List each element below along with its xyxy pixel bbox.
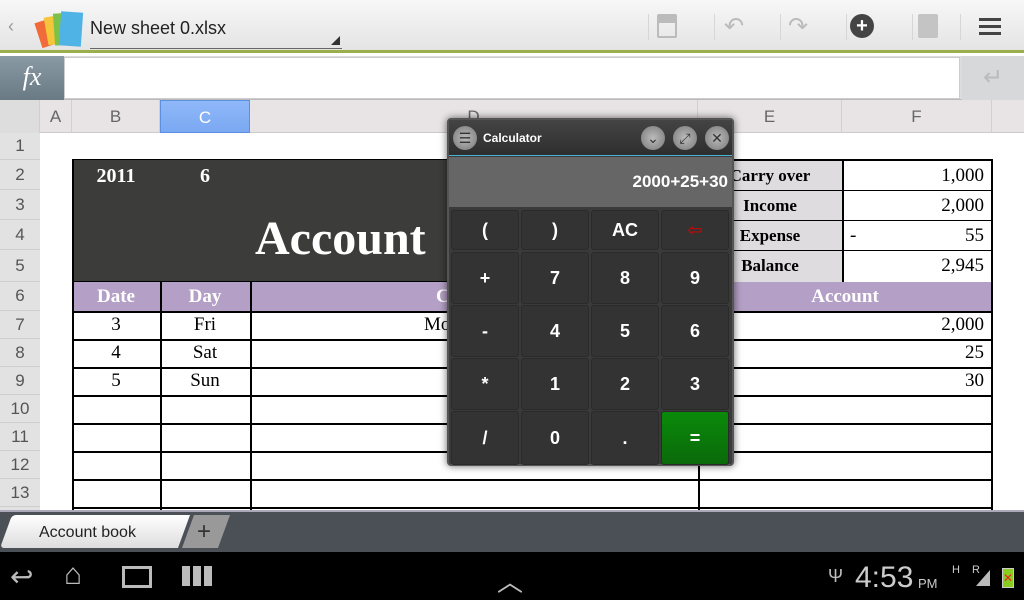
- calc-key[interactable]: =: [661, 411, 729, 465]
- entry-date[interactable]: 3: [72, 311, 160, 339]
- enter-icon[interactable]: ↵: [962, 56, 1024, 100]
- undo-icon[interactable]: ↶: [720, 12, 748, 40]
- calc-key[interactable]: /: [451, 411, 519, 465]
- calc-key[interactable]: (: [451, 210, 519, 250]
- calc-key[interactable]: *: [451, 358, 519, 410]
- header-day[interactable]: Day: [160, 282, 250, 311]
- entry-account[interactable]: 30: [698, 367, 984, 395]
- summary-value[interactable]: 55: [842, 221, 984, 251]
- row-header[interactable]: 12: [0, 451, 40, 479]
- column-header-a[interactable]: A: [40, 100, 72, 133]
- column-header-c[interactable]: C: [160, 100, 250, 133]
- find-replace-icon[interactable]: [914, 12, 942, 40]
- clock-ampm: PM: [918, 576, 938, 591]
- column-header-b[interactable]: B: [72, 100, 160, 133]
- add-icon[interactable]: +: [848, 12, 876, 40]
- maximize-icon[interactable]: ⤢: [673, 126, 697, 150]
- row-headers: 1 2 3 4 5 6 7 8 9 10 11 12 13: [0, 133, 40, 510]
- row-header[interactable]: 1: [0, 133, 40, 160]
- calc-key[interactable]: .: [591, 411, 659, 465]
- calc-key[interactable]: AC: [591, 210, 659, 250]
- formula-input[interactable]: [64, 57, 960, 99]
- row-header[interactable]: 3: [0, 190, 40, 220]
- row-header[interactable]: 8: [0, 339, 40, 367]
- filename: New sheet 0.xlsx: [90, 18, 227, 38]
- calc-key[interactable]: ⇦: [661, 210, 729, 250]
- row-header[interactable]: 5: [0, 250, 40, 282]
- calc-key[interactable]: -: [451, 305, 519, 357]
- year-cell[interactable]: 2011: [72, 161, 160, 191]
- entry-account[interactable]: 2,000: [698, 311, 984, 339]
- fx-label: fx: [0, 56, 64, 100]
- calc-key[interactable]: 2: [591, 358, 659, 410]
- app-logo-icon: [34, 10, 84, 49]
- sheet-tab-label: Account book: [39, 524, 136, 541]
- row-header[interactable]: 10: [0, 395, 40, 423]
- header-date[interactable]: Date: [72, 282, 160, 311]
- header-account[interactable]: Account: [698, 282, 992, 311]
- clock-time: 4:53: [855, 561, 914, 594]
- calc-key[interactable]: 4: [521, 305, 589, 357]
- entry-date[interactable]: 5: [72, 367, 160, 395]
- summary-value[interactable]: 2,945: [842, 251, 984, 281]
- usb-icon: Ψ: [828, 566, 844, 586]
- formula-bar: fx ↵: [0, 56, 1024, 100]
- battery-icon: ✕: [1002, 568, 1014, 588]
- summary-value[interactable]: 2,000: [842, 191, 984, 221]
- system-nav-bar: ↩ ⌂ ︿ Ψ 4:53 PM H R ✕: [0, 552, 1024, 600]
- column-header-f[interactable]: F: [842, 100, 992, 133]
- calc-key[interactable]: +: [451, 252, 519, 304]
- calculator-title: Calculator: [483, 131, 542, 145]
- calc-key[interactable]: 3: [661, 358, 729, 410]
- save-icon[interactable]: [653, 12, 681, 40]
- apps-grid-icon[interactable]: [182, 566, 212, 586]
- menu-icon[interactable]: [976, 12, 1004, 40]
- calc-key[interactable]: 5: [591, 305, 659, 357]
- app-toolbar: ‹ New sheet 0.xlsx ↶ ↷ +: [0, 0, 1024, 53]
- calc-key[interactable]: 7: [521, 252, 589, 304]
- dropdown-triangle-icon: [331, 36, 340, 45]
- back-chevron-icon[interactable]: ‹: [8, 16, 14, 37]
- close-icon[interactable]: ✕: [705, 126, 729, 150]
- calculator-menu-icon[interactable]: ☰: [453, 126, 477, 150]
- row-header[interactable]: 11: [0, 423, 40, 451]
- row-header[interactable]: 13: [0, 479, 40, 507]
- entry-account[interactable]: 25: [698, 339, 984, 367]
- chevron-up-icon[interactable]: ︿: [497, 562, 523, 599]
- calculator-titlebar[interactable]: ☰ Calculator ⌄ ⤢ ✕: [449, 120, 732, 156]
- row-header[interactable]: 6: [0, 282, 40, 311]
- calc-key[interactable]: 0: [521, 411, 589, 465]
- entry-date[interactable]: 4: [72, 339, 160, 367]
- redo-icon[interactable]: ↷: [784, 12, 812, 40]
- calc-key[interactable]: 9: [661, 252, 729, 304]
- entry-day[interactable]: Sun: [160, 367, 250, 395]
- signal-h: H: [952, 564, 960, 576]
- summary-value[interactable]: 1,000: [842, 161, 984, 191]
- calc-key[interactable]: 8: [591, 252, 659, 304]
- row-header[interactable]: 2: [0, 160, 40, 190]
- row-header[interactable]: 7: [0, 311, 40, 339]
- month-cell[interactable]: 6: [160, 161, 250, 191]
- calculator-display: 2000+25+30: [449, 157, 732, 207]
- signal-icon: [976, 570, 990, 586]
- calc-key[interactable]: 6: [661, 305, 729, 357]
- home-icon[interactable]: ⌂: [64, 558, 82, 592]
- entry-day[interactable]: Fri: [160, 311, 250, 339]
- filename-dropdown[interactable]: New sheet 0.xlsx: [90, 10, 342, 49]
- back-icon[interactable]: ↩: [10, 560, 33, 593]
- row-header[interactable]: 9: [0, 367, 40, 395]
- sheet-tab-bar: Account book +: [0, 510, 1024, 552]
- recent-apps-icon[interactable]: [122, 566, 152, 588]
- calculator-window[interactable]: ☰ Calculator ⌄ ⤢ ✕ 2000+25+30 () AC ⇦ +7 8 9 -…: [447, 118, 734, 466]
- calc-key[interactable]: ): [521, 210, 589, 250]
- calc-key[interactable]: 1: [521, 358, 589, 410]
- add-sheet-label: +: [197, 518, 212, 545]
- minimize-icon[interactable]: ⌄: [641, 126, 665, 150]
- row-header[interactable]: 4: [0, 220, 40, 250]
- entry-day[interactable]: Sat: [160, 339, 250, 367]
